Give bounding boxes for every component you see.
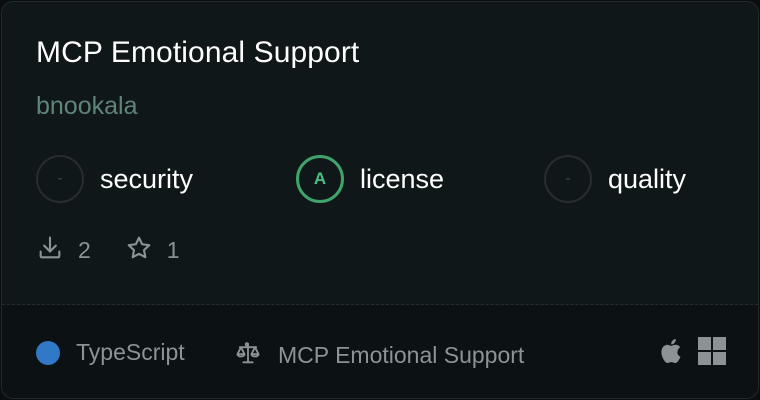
stars-count: 1 (166, 236, 180, 263)
server-card[interactable]: MCP Emotional Support bnookala - securit… (1, 1, 759, 399)
scale-icon (234, 339, 262, 372)
download-icon (36, 234, 64, 267)
windows-icon (698, 337, 726, 365)
security-grade-badge: - (36, 155, 84, 203)
server-title[interactable]: MCP Emotional Support (36, 36, 359, 70)
license-name: MCP Emotional Support (278, 342, 525, 368)
platform-icons (642, 337, 726, 365)
stats-row: 2 1 (36, 234, 214, 266)
card-footer: TypeScript MCP Emotional Support (2, 305, 758, 398)
server-author[interactable]: bnookala (36, 92, 137, 121)
quality-grade-badge: - (544, 155, 592, 203)
security-label: security (100, 163, 194, 194)
quality-score: - quality (544, 154, 686, 204)
language-name: TypeScript (76, 339, 185, 365)
license-info: MCP Emotional Support (234, 339, 524, 372)
score-row: - security A license - quality (2, 154, 758, 204)
apple-icon (658, 337, 682, 365)
stars-stat: 1 (125, 234, 180, 267)
language-color-dot (36, 340, 60, 365)
license-label: license (360, 163, 445, 194)
license-grade-badge: A (296, 155, 344, 203)
security-score: - security (36, 154, 193, 204)
downloads-count: 2 (78, 236, 91, 263)
language-info: TypeScript (36, 339, 185, 366)
license-score: A license (296, 154, 444, 204)
star-icon (125, 234, 153, 267)
quality-label: quality (608, 163, 687, 194)
downloads-stat: 2 (36, 234, 91, 267)
